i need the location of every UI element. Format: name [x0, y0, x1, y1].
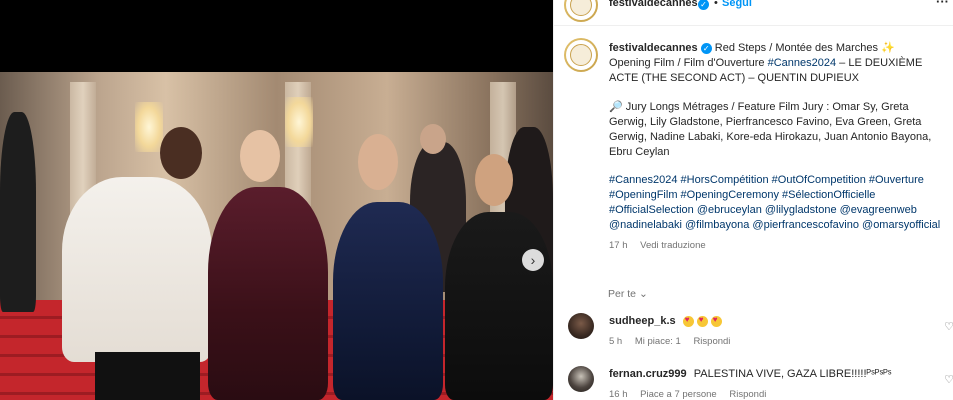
comment-text	[682, 315, 725, 327]
post-photo[interactable]	[0, 72, 553, 400]
photo-figure-blue-dress	[333, 202, 443, 400]
caption-jury: 🔎 Jury Longs Métrages / Feature Film Jur…	[609, 101, 932, 158]
comment-likes[interactable]: Mi piace: 1	[635, 336, 681, 347]
photo-figure-head	[358, 134, 398, 190]
photo-figure-head	[420, 124, 446, 154]
photo-figure-white-suit	[62, 177, 212, 362]
post-caption: festivaldecannes ✓ Red Steps / Montée de…	[609, 41, 949, 253]
photo-figure-tuxedo	[445, 212, 553, 400]
verified-badge-icon: ✓	[698, 0, 709, 10]
comment-time[interactable]: 5 h	[609, 336, 622, 347]
comment-item: fernan.cruz999 PALESTINA VIVE, GAZA LIBR…	[568, 366, 953, 400]
caption-line2-pre: Opening Film / Film d'Ouverture	[609, 57, 768, 69]
comments-sort[interactable]: Per te ⌄	[608, 288, 648, 300]
caption-username[interactable]: festivaldecannes	[609, 42, 698, 54]
heart-icon[interactable]: ♡	[944, 320, 953, 333]
avatar[interactable]	[564, 0, 598, 22]
comment-username[interactable]: sudheep_k.s	[609, 315, 676, 327]
heart-eyes-emoji-icon	[710, 315, 722, 327]
caption-avatar[interactable]	[564, 38, 598, 72]
photo-figure-head	[475, 154, 513, 206]
follow-button[interactable]: Segui	[722, 0, 752, 9]
chevron-down-icon: ⌄	[638, 288, 648, 300]
reply-button[interactable]: Rispondi	[729, 389, 766, 400]
next-arrow-icon[interactable]: ›	[522, 249, 544, 271]
translate-link[interactable]: Vedi traduzione	[640, 240, 706, 251]
more-icon[interactable]: ···	[936, 0, 949, 9]
comment-username[interactable]: fernan.cruz999	[609, 368, 687, 380]
photo-figure-head	[240, 130, 280, 182]
heart-icon[interactable]: ♡	[944, 373, 953, 386]
comment-likes[interactable]: Piace a 7 persone	[640, 389, 717, 400]
post-header: festivaldecannes ✓ • Segui ···	[554, 0, 953, 26]
heart-eyes-emoji-icon	[682, 315, 694, 327]
reply-button[interactable]: Rispondi	[693, 336, 730, 347]
photo-lamp	[285, 97, 313, 147]
post-sidebar: festivaldecannes ✓ • Segui ··· festivald…	[553, 0, 953, 400]
cannes-logo	[570, 0, 592, 16]
verified-badge-icon: ✓	[700, 42, 712, 54]
photo-figure-sequin-dress	[208, 187, 328, 400]
photo-figure	[0, 112, 36, 312]
post-time[interactable]: 17 h	[609, 240, 628, 251]
separator-dot: •	[714, 0, 718, 9]
post-media[interactable]: ›	[0, 0, 553, 400]
cannes-logo	[570, 44, 592, 66]
avatar[interactable]	[568, 366, 594, 392]
photo-figure-trousers	[95, 352, 200, 400]
comment-item: sudheep_k.s 5 h Mi piace: 1 Rispondi ♡	[568, 313, 953, 353]
caption-hashtags[interactable]: #Cannes2024 #HorsCompétition #OutOfCompe…	[609, 173, 949, 233]
comment-text: PALESTINA VIVE, GAZA LIBRE!!!!!ᴾˢᴾˢᴾˢ	[693, 368, 892, 380]
heart-eyes-emoji-icon	[696, 315, 708, 327]
avatar[interactable]	[568, 313, 594, 339]
header-username[interactable]: festivaldecannes	[609, 0, 698, 9]
hashtag-link[interactable]: #Cannes2024	[768, 57, 837, 69]
per-te-label: Per te	[608, 288, 637, 300]
comment-time[interactable]: 16 h	[609, 389, 628, 400]
photo-lamp	[135, 102, 163, 152]
photo-figure-head	[160, 127, 202, 179]
caption-line1: Red Steps / Montée des Marches ✨	[714, 42, 895, 54]
